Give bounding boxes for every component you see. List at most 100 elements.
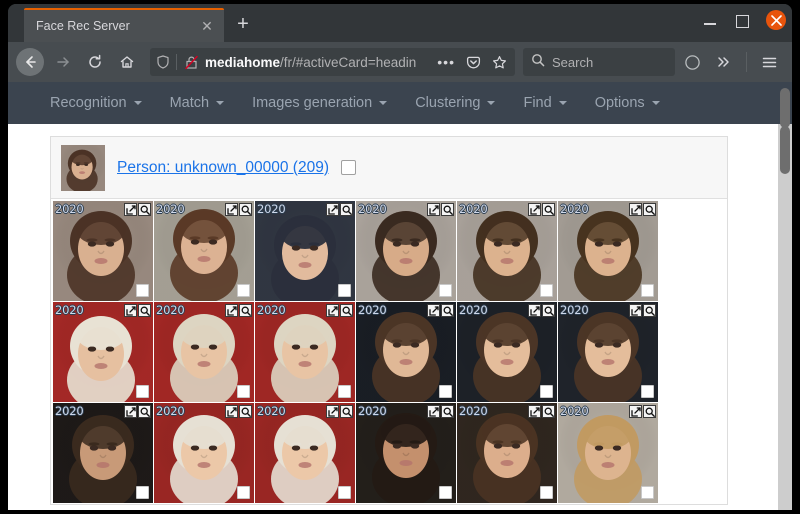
thumbnail-11[interactable]: 2020 [558, 302, 658, 402]
thumbnail-select-checkbox[interactable] [338, 486, 351, 499]
close-icon[interactable]: ✕ [198, 17, 216, 35]
search-bar[interactable]: Search [523, 48, 675, 76]
lock-slash-icon[interactable] [183, 54, 199, 70]
open-external-icon[interactable] [326, 405, 339, 418]
thumbnail-select-checkbox[interactable] [540, 385, 553, 398]
thumbnail-select-checkbox[interactable] [641, 486, 654, 499]
thumbnail-12[interactable]: 2020 [53, 403, 153, 503]
ellipsis-icon[interactable]: ••• [435, 54, 457, 70]
magnifier-icon[interactable] [542, 304, 555, 317]
thumbnail-select-checkbox[interactable] [439, 385, 452, 398]
magnifier-icon[interactable] [340, 203, 353, 216]
open-external-icon[interactable] [528, 203, 541, 216]
account-circle-icon[interactable] [677, 47, 707, 77]
nav-item-images-generation[interactable]: Images generation [238, 82, 401, 124]
magnifier-icon[interactable] [239, 203, 252, 216]
nav-item-match[interactable]: Match [156, 82, 239, 124]
home-icon[interactable] [112, 47, 142, 77]
open-external-icon[interactable] [326, 203, 339, 216]
open-external-icon[interactable] [124, 405, 137, 418]
thumbnail-select-checkbox[interactable] [136, 385, 149, 398]
nav-item-find[interactable]: Find [509, 82, 580, 124]
magnifier-icon[interactable] [239, 304, 252, 317]
nav-item-clustering[interactable]: Clustering [401, 82, 509, 124]
thumbnail-select-checkbox[interactable] [540, 486, 553, 499]
scrollbar-thumb-top[interactable] [780, 88, 790, 128]
thumbnail-select-checkbox[interactable] [641, 385, 654, 398]
magnifier-icon[interactable] [542, 203, 555, 216]
thumbnail-select-checkbox[interactable] [237, 486, 250, 499]
thumbnail-6[interactable]: 2020 [53, 302, 153, 402]
thumbnail-select-checkbox[interactable] [237, 284, 250, 297]
scrollbar-thumb[interactable] [780, 126, 790, 174]
thumbnail-select-checkbox[interactable] [237, 385, 250, 398]
thumbnail-select-checkbox[interactable] [439, 486, 452, 499]
thumbnail-15[interactable]: 2020 [356, 403, 456, 503]
open-external-icon[interactable] [225, 405, 238, 418]
pocket-icon[interactable] [463, 52, 483, 72]
thumbnail-7[interactable]: 2020 [154, 302, 254, 402]
star-icon[interactable] [489, 52, 509, 72]
thumbnail-select-checkbox[interactable] [439, 284, 452, 297]
magnifier-icon[interactable] [138, 304, 151, 317]
thumbnail-3[interactable]: 2020 [356, 201, 456, 301]
open-external-icon[interactable] [225, 304, 238, 317]
thumbnail-select-checkbox[interactable] [136, 486, 149, 499]
thumbnail-5[interactable]: 2020 [558, 201, 658, 301]
thumbnail-select-checkbox[interactable] [540, 284, 553, 297]
open-external-icon[interactable] [427, 405, 440, 418]
thumbnail-16[interactable]: 2020 [457, 403, 557, 503]
person-link[interactable]: Person: unknown_00000 (209) [117, 159, 329, 177]
magnifier-icon[interactable] [643, 304, 656, 317]
minimize-icon[interactable] [702, 13, 718, 29]
magnifier-icon[interactable] [441, 203, 454, 216]
thumbnail-2[interactable]: 2020 [255, 201, 355, 301]
close-icon[interactable] [766, 10, 786, 30]
thumbnail-8[interactable]: 2020 [255, 302, 355, 402]
hamburger-menu-icon[interactable] [754, 47, 784, 77]
reload-icon[interactable] [80, 47, 110, 77]
thumbnail-1[interactable]: 2020 [154, 201, 254, 301]
open-external-icon[interactable] [528, 304, 541, 317]
maximize-icon[interactable] [734, 13, 750, 29]
magnifier-icon[interactable] [441, 304, 454, 317]
open-external-icon[interactable] [629, 405, 642, 418]
thumbnail-13[interactable]: 2020 [154, 403, 254, 503]
magnifier-icon[interactable] [138, 405, 151, 418]
page-vertical-scrollbar[interactable] [778, 124, 792, 510]
magnifier-icon[interactable] [239, 405, 252, 418]
open-external-icon[interactable] [528, 405, 541, 418]
thumbnail-17[interactable]: 2020 [558, 403, 658, 503]
forward-arrow-icon[interactable] [48, 47, 78, 77]
new-tab-button[interactable]: + [228, 10, 258, 40]
open-external-icon[interactable] [629, 203, 642, 216]
open-external-icon[interactable] [629, 304, 642, 317]
thumbnail-0[interactable]: 2020 [53, 201, 153, 301]
magnifier-icon[interactable] [340, 304, 353, 317]
shield-icon[interactable] [156, 55, 170, 69]
thumbnail-select-checkbox[interactable] [136, 284, 149, 297]
magnifier-icon[interactable] [441, 405, 454, 418]
thumbnail-4[interactable]: 2020 [457, 201, 557, 301]
open-external-icon[interactable] [124, 304, 137, 317]
open-external-icon[interactable] [326, 304, 339, 317]
magnifier-icon[interactable] [643, 203, 656, 216]
open-external-icon[interactable] [427, 304, 440, 317]
open-external-icon[interactable] [124, 203, 137, 216]
open-external-icon[interactable] [225, 203, 238, 216]
url-bar[interactable]: mediahome/fr/#activeCard=headin ••• [150, 48, 515, 76]
nav-item-recognition[interactable]: Recognition [36, 82, 156, 124]
magnifier-icon[interactable] [138, 203, 151, 216]
magnifier-icon[interactable] [643, 405, 656, 418]
chevron-double-right-icon[interactable] [709, 47, 739, 77]
thumbnail-select-checkbox[interactable] [641, 284, 654, 297]
tab-face-rec-server[interactable]: Face Rec Server ✕ [24, 8, 224, 42]
thumbnail-14[interactable]: 2020 [255, 403, 355, 503]
scrollbar-top-segment[interactable] [778, 82, 792, 128]
magnifier-icon[interactable] [542, 405, 555, 418]
thumbnail-10[interactable]: 2020 [457, 302, 557, 402]
thumbnail-9[interactable]: 2020 [356, 302, 456, 402]
thumbnail-select-checkbox[interactable] [338, 385, 351, 398]
back-arrow-icon[interactable] [16, 48, 44, 76]
search-input[interactable]: Search [552, 55, 593, 70]
